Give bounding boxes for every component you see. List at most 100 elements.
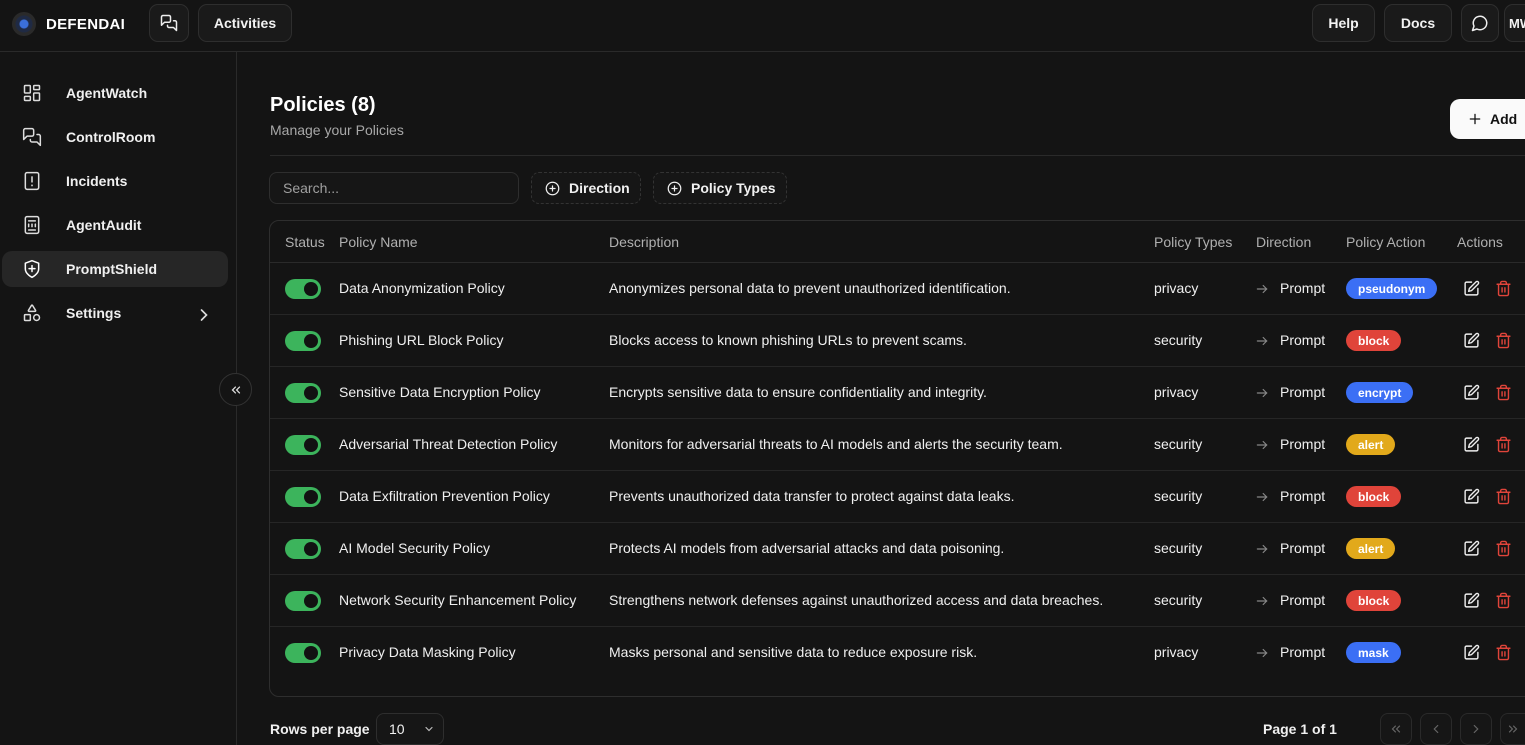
sidebar-item-label: AgentWatch xyxy=(66,85,148,101)
sidebar-item-label: AgentAudit xyxy=(66,217,142,233)
column-header-policy-name[interactable]: Policy Name xyxy=(339,234,418,250)
column-header-direction[interactable]: Direction xyxy=(1256,234,1311,250)
policy-direction: Prompt xyxy=(1280,436,1326,452)
status-toggle[interactable] xyxy=(285,331,321,351)
edit-icon[interactable] xyxy=(1463,540,1480,557)
last-page-button[interactable] xyxy=(1500,713,1525,745)
page-indicator: Page 1 of 1 xyxy=(1263,721,1337,737)
status-toggle[interactable] xyxy=(285,643,321,663)
policy-type: privacy xyxy=(1154,644,1199,660)
shield-icon xyxy=(24,259,40,279)
delete-icon[interactable] xyxy=(1495,280,1512,297)
policy-name[interactable]: Privacy Data Masking Policy xyxy=(339,644,516,660)
search-input[interactable] xyxy=(269,172,519,204)
direction-filter-button[interactable]: Direction xyxy=(531,172,641,204)
arrow-right-icon xyxy=(1255,282,1269,296)
sidebar-item-agentwatch[interactable]: AgentWatch xyxy=(2,75,228,111)
activities-button[interactable]: Activities xyxy=(198,4,292,42)
edit-icon[interactable] xyxy=(1463,332,1480,349)
status-toggle[interactable] xyxy=(285,435,321,455)
edit-icon[interactable] xyxy=(1463,384,1480,401)
chat-toggle-button[interactable] xyxy=(149,4,189,42)
policy-action-badge: mask xyxy=(1346,642,1401,663)
status-toggle[interactable] xyxy=(285,539,321,559)
docs-button[interactable]: Docs xyxy=(1384,4,1452,42)
policy-direction: Prompt xyxy=(1280,488,1326,504)
rows-per-page-select[interactable]: 10 xyxy=(376,713,444,745)
next-page-button[interactable] xyxy=(1460,713,1492,745)
policy-type: privacy xyxy=(1154,280,1199,296)
edit-icon[interactable] xyxy=(1463,592,1480,609)
column-header-policy-types[interactable]: Policy Types xyxy=(1154,234,1232,250)
policy-direction: Prompt xyxy=(1280,280,1326,296)
arrow-right-icon xyxy=(1255,386,1269,400)
first-page-button[interactable] xyxy=(1380,713,1412,745)
policy-types-filter-label: Policy Types xyxy=(691,180,776,196)
delete-icon[interactable] xyxy=(1495,332,1512,349)
table-row[interactable]: Data Anonymization Policy Anonymizes pers… xyxy=(270,263,1525,315)
previous-page-button[interactable] xyxy=(1420,713,1452,745)
policy-name[interactable]: Adversarial Threat Detection Policy xyxy=(339,436,557,452)
policy-type: security xyxy=(1154,436,1203,452)
arrow-right-icon xyxy=(1255,646,1269,660)
delete-icon[interactable] xyxy=(1495,592,1512,609)
delete-icon[interactable] xyxy=(1495,644,1512,661)
policy-direction: Prompt xyxy=(1280,332,1326,348)
edit-icon[interactable] xyxy=(1463,644,1480,661)
delete-icon[interactable] xyxy=(1495,488,1512,505)
column-header-policy-action[interactable]: Policy Action xyxy=(1346,234,1425,250)
table-row[interactable]: Network Security Enhancement Policy Stren… xyxy=(270,575,1525,627)
plus-icon xyxy=(1469,113,1481,125)
policy-name[interactable]: Sensitive Data Encryption Policy xyxy=(339,384,541,400)
table-row[interactable]: Privacy Data Masking Policy Masks persona… xyxy=(270,627,1525,679)
grid-icon xyxy=(23,84,41,102)
sidebar-item-incidents[interactable]: Incidents xyxy=(2,163,228,199)
add-button-label: Add xyxy=(1490,111,1518,127)
status-toggle[interactable] xyxy=(285,279,321,299)
help-button[interactable]: Help xyxy=(1312,4,1375,42)
app-logo[interactable]: DEFENDAI xyxy=(12,12,125,36)
policy-name[interactable]: AI Model Security Policy xyxy=(339,540,490,556)
sidebar-item-promptshield[interactable]: PromptShield xyxy=(2,251,228,287)
table-row[interactable]: Data Exfiltration Prevention Policy Preve… xyxy=(270,471,1525,523)
policy-name[interactable]: Phishing URL Block Policy xyxy=(339,332,503,348)
chat-icon xyxy=(22,127,42,147)
policy-action-badge: block xyxy=(1346,486,1402,507)
header-divider xyxy=(270,155,1525,156)
table-row[interactable]: AI Model Security Policy Protects AI mode… xyxy=(270,523,1525,575)
policy-description: Strengthens network defenses against una… xyxy=(609,592,1104,608)
table-row[interactable]: Adversarial Threat Detection Policy Monit… xyxy=(270,419,1525,471)
sidebar-item-agentaudit[interactable]: AgentAudit xyxy=(2,207,228,243)
policy-name[interactable]: Data Exfiltration Prevention Policy xyxy=(339,488,550,504)
sidebar-item-controlroom[interactable]: ControlRoom xyxy=(2,119,228,155)
delete-icon[interactable] xyxy=(1495,540,1512,557)
status-toggle[interactable] xyxy=(285,591,321,611)
main-content: Policies (8) Manage your Policies Add Di… xyxy=(237,52,1525,745)
sidebar: AgentWatch ControlRoom Incidents AgentAu… xyxy=(0,52,237,745)
policy-type: security xyxy=(1154,488,1203,504)
arrow-right-icon xyxy=(1255,542,1269,556)
user-avatar[interactable]: MW xyxy=(1504,4,1525,42)
sidebar-item-settings[interactable]: Settings xyxy=(2,295,228,331)
delete-icon[interactable] xyxy=(1495,436,1512,453)
edit-icon[interactable] xyxy=(1463,436,1480,453)
policy-types-filter-button[interactable]: Policy Types xyxy=(653,172,787,204)
policy-action-badge: block xyxy=(1346,330,1402,351)
policy-type: security xyxy=(1154,332,1203,348)
status-toggle[interactable] xyxy=(285,383,321,403)
status-toggle[interactable] xyxy=(285,487,321,507)
delete-icon[interactable] xyxy=(1495,384,1512,401)
column-header-description[interactable]: Description xyxy=(609,234,679,250)
policy-name[interactable]: Data Anonymization Policy xyxy=(339,280,505,296)
table-row[interactable]: Sensitive Data Encryption Policy Encrypts… xyxy=(270,367,1525,419)
table-row[interactable]: Phishing URL Block Policy Blocks access t… xyxy=(270,315,1525,367)
plus-circle-icon xyxy=(545,181,560,195)
add-policy-button[interactable]: Add xyxy=(1450,99,1525,139)
column-header-status[interactable]: Status xyxy=(285,234,325,250)
edit-icon[interactable] xyxy=(1463,280,1480,297)
feedback-button[interactable] xyxy=(1461,4,1499,42)
policy-type: security xyxy=(1154,592,1203,608)
policy-name[interactable]: Network Security Enhancement Policy xyxy=(339,592,576,608)
edit-icon[interactable] xyxy=(1463,488,1480,505)
rows-per-page-value: 10 xyxy=(389,721,405,737)
